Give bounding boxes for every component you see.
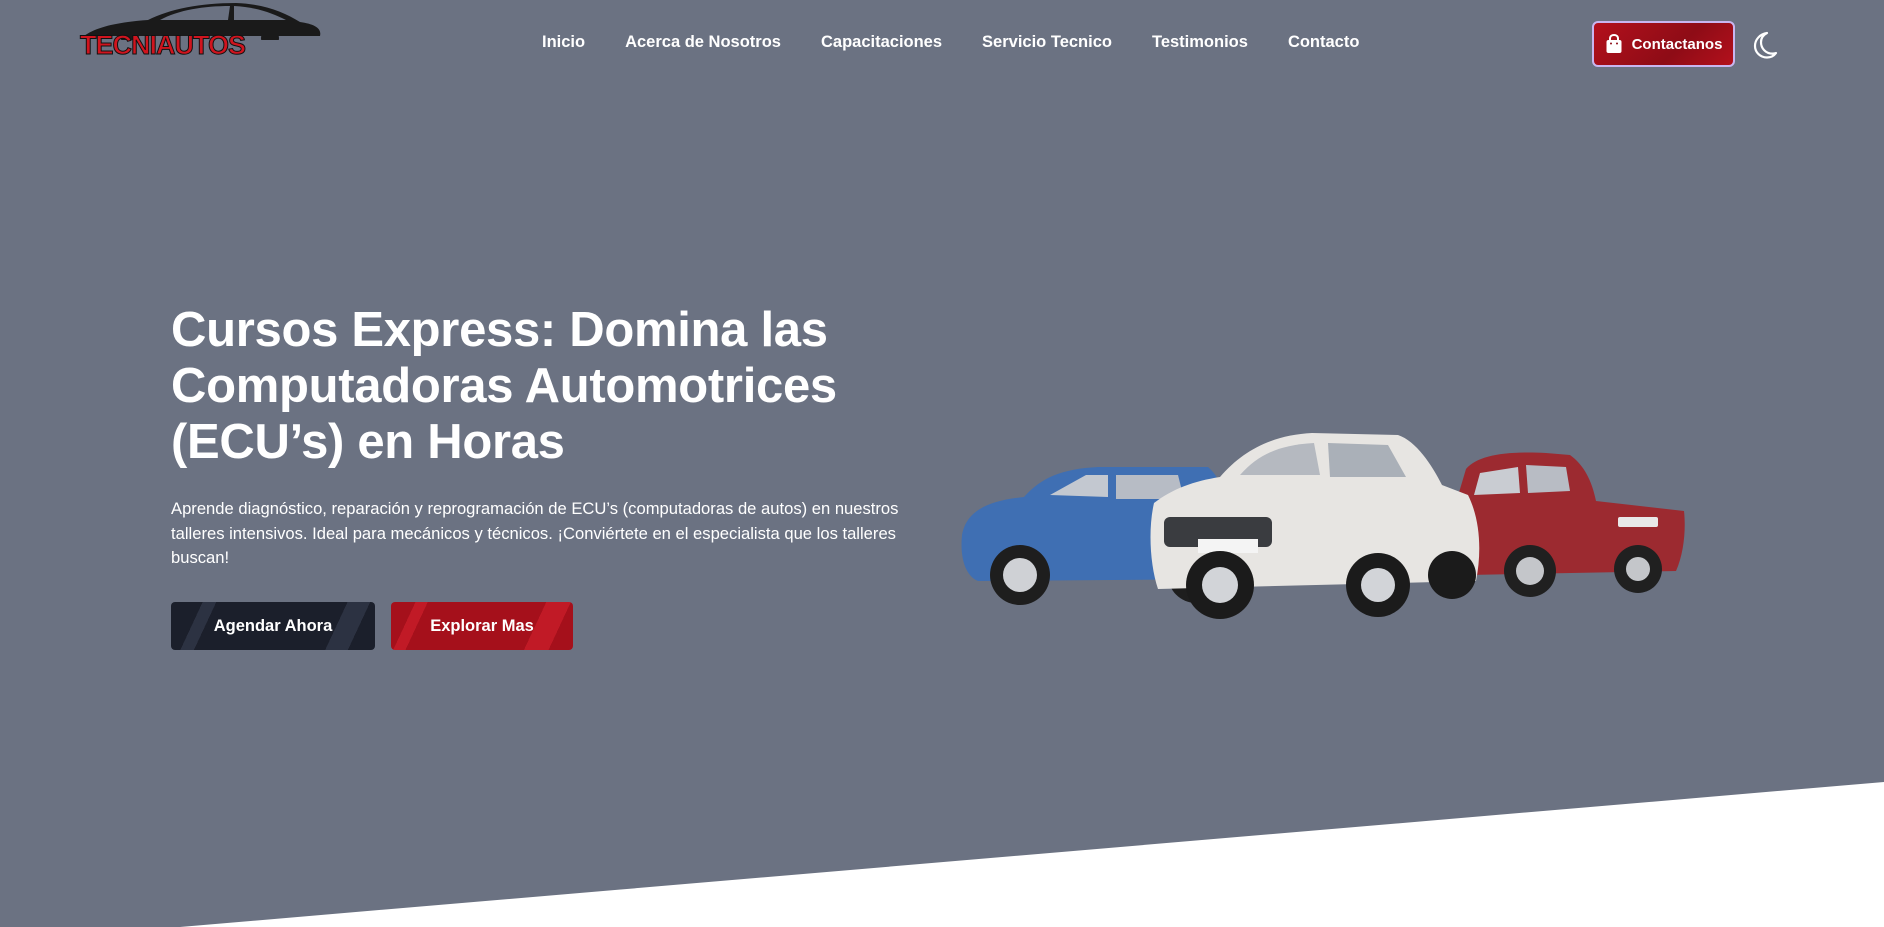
contact-button-label: Contactanos: [1631, 35, 1723, 53]
brand-logo[interactable]: TECNIAUTOS: [78, 0, 326, 62]
logo-wordmark: TECNIAUTOS: [79, 30, 246, 61]
nav-item-servicio[interactable]: Servicio Tecnico: [982, 33, 1112, 52]
contact-button[interactable]: Contactanos: [1592, 21, 1735, 67]
nav-item-testimonios[interactable]: Testimonios: [1152, 33, 1248, 52]
hero-title: Cursos Express: Domina las Computadoras …: [171, 303, 837, 469]
main-nav: Inicio Acerca de Nosotros Capacitaciones…: [542, 33, 1399, 52]
nav-item-inicio[interactable]: Inicio: [542, 33, 585, 52]
explorar-button[interactable]: Explorar Mas: [391, 602, 573, 650]
nav-item-contacto[interactable]: Contacto: [1288, 33, 1360, 52]
nav-item-capacitaciones[interactable]: Capacitaciones: [821, 33, 942, 52]
red-suv-shape: [1444, 452, 1685, 597]
agendar-button-label: Agendar Ahora: [213, 616, 333, 635]
agendar-button[interactable]: Agendar Ahora: [171, 602, 375, 650]
hero-description: Aprende diagnóstico, reparación y reprog…: [171, 499, 899, 567]
moon-icon[interactable]: [1748, 30, 1778, 60]
explorar-button-label: Explorar Mas: [430, 616, 534, 635]
white-suv-shape: [1150, 433, 1480, 619]
hero-cars-image: [961, 433, 1685, 619]
nav-item-acerca[interactable]: Acerca de Nosotros: [625, 33, 781, 52]
site-header: TECNIAUTOS Inicio Acerca de Nosotros Cap…: [0, 0, 1884, 88]
shopping-bag-icon: [1606, 34, 1622, 53]
